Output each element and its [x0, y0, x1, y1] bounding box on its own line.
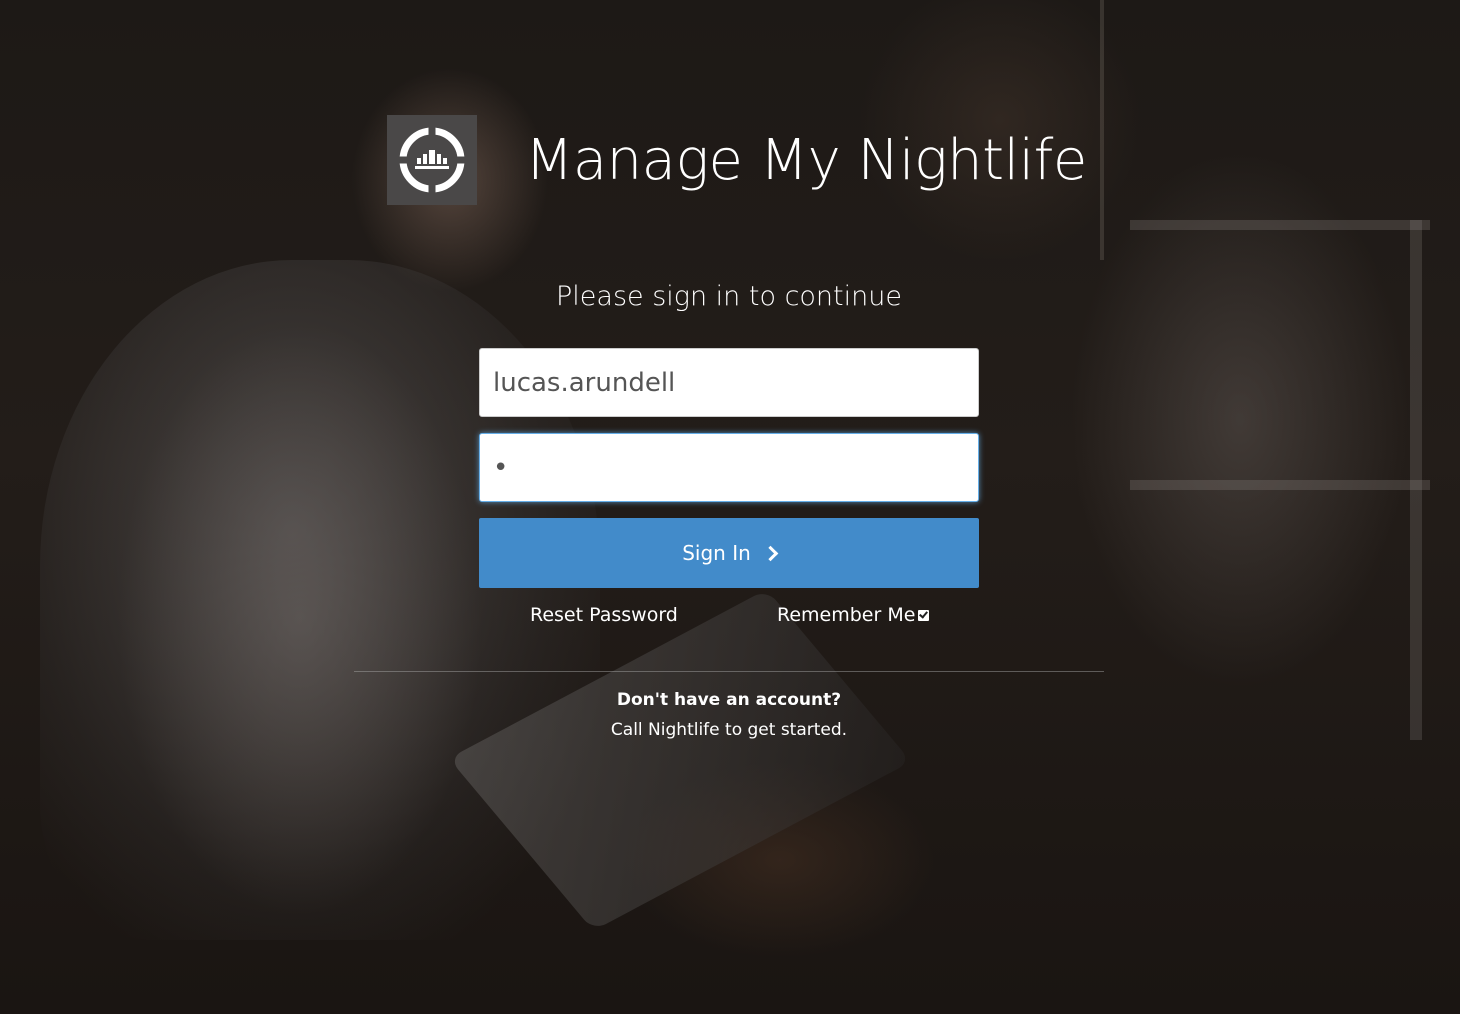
sign-in-label: Sign In — [682, 541, 751, 565]
app-title: Manage My Nightlife — [525, 127, 1087, 193]
call-to-action-text: Call Nightlife to get started. — [610, 720, 848, 740]
remember-me-label: Remember Me — [777, 604, 916, 626]
remember-me-checkbox[interactable] — [918, 609, 930, 621]
nightlife-logo-icon — [396, 124, 468, 196]
background-pole — [1100, 0, 1104, 260]
reset-password-link[interactable]: Reset Password — [530, 604, 678, 626]
sign-in-button[interactable]: Sign In — [479, 518, 979, 588]
username-input[interactable] — [479, 348, 979, 417]
checkmark-icon — [919, 609, 929, 619]
remember-me[interactable]: Remember Me — [777, 604, 930, 626]
background-shelf-lower — [1130, 480, 1430, 490]
background-shelf — [1130, 220, 1430, 230]
no-account-heading: Don't have an account? — [616, 690, 842, 710]
chevron-right-icon — [762, 545, 779, 562]
background-shelf-post — [1410, 220, 1422, 740]
divider — [354, 671, 1104, 672]
signin-subtitle: Please sign in to continue — [556, 281, 902, 312]
password-input[interactable] — [479, 433, 979, 502]
logo — [387, 115, 477, 205]
app-header: Manage My Nightlife — [387, 114, 1087, 206]
